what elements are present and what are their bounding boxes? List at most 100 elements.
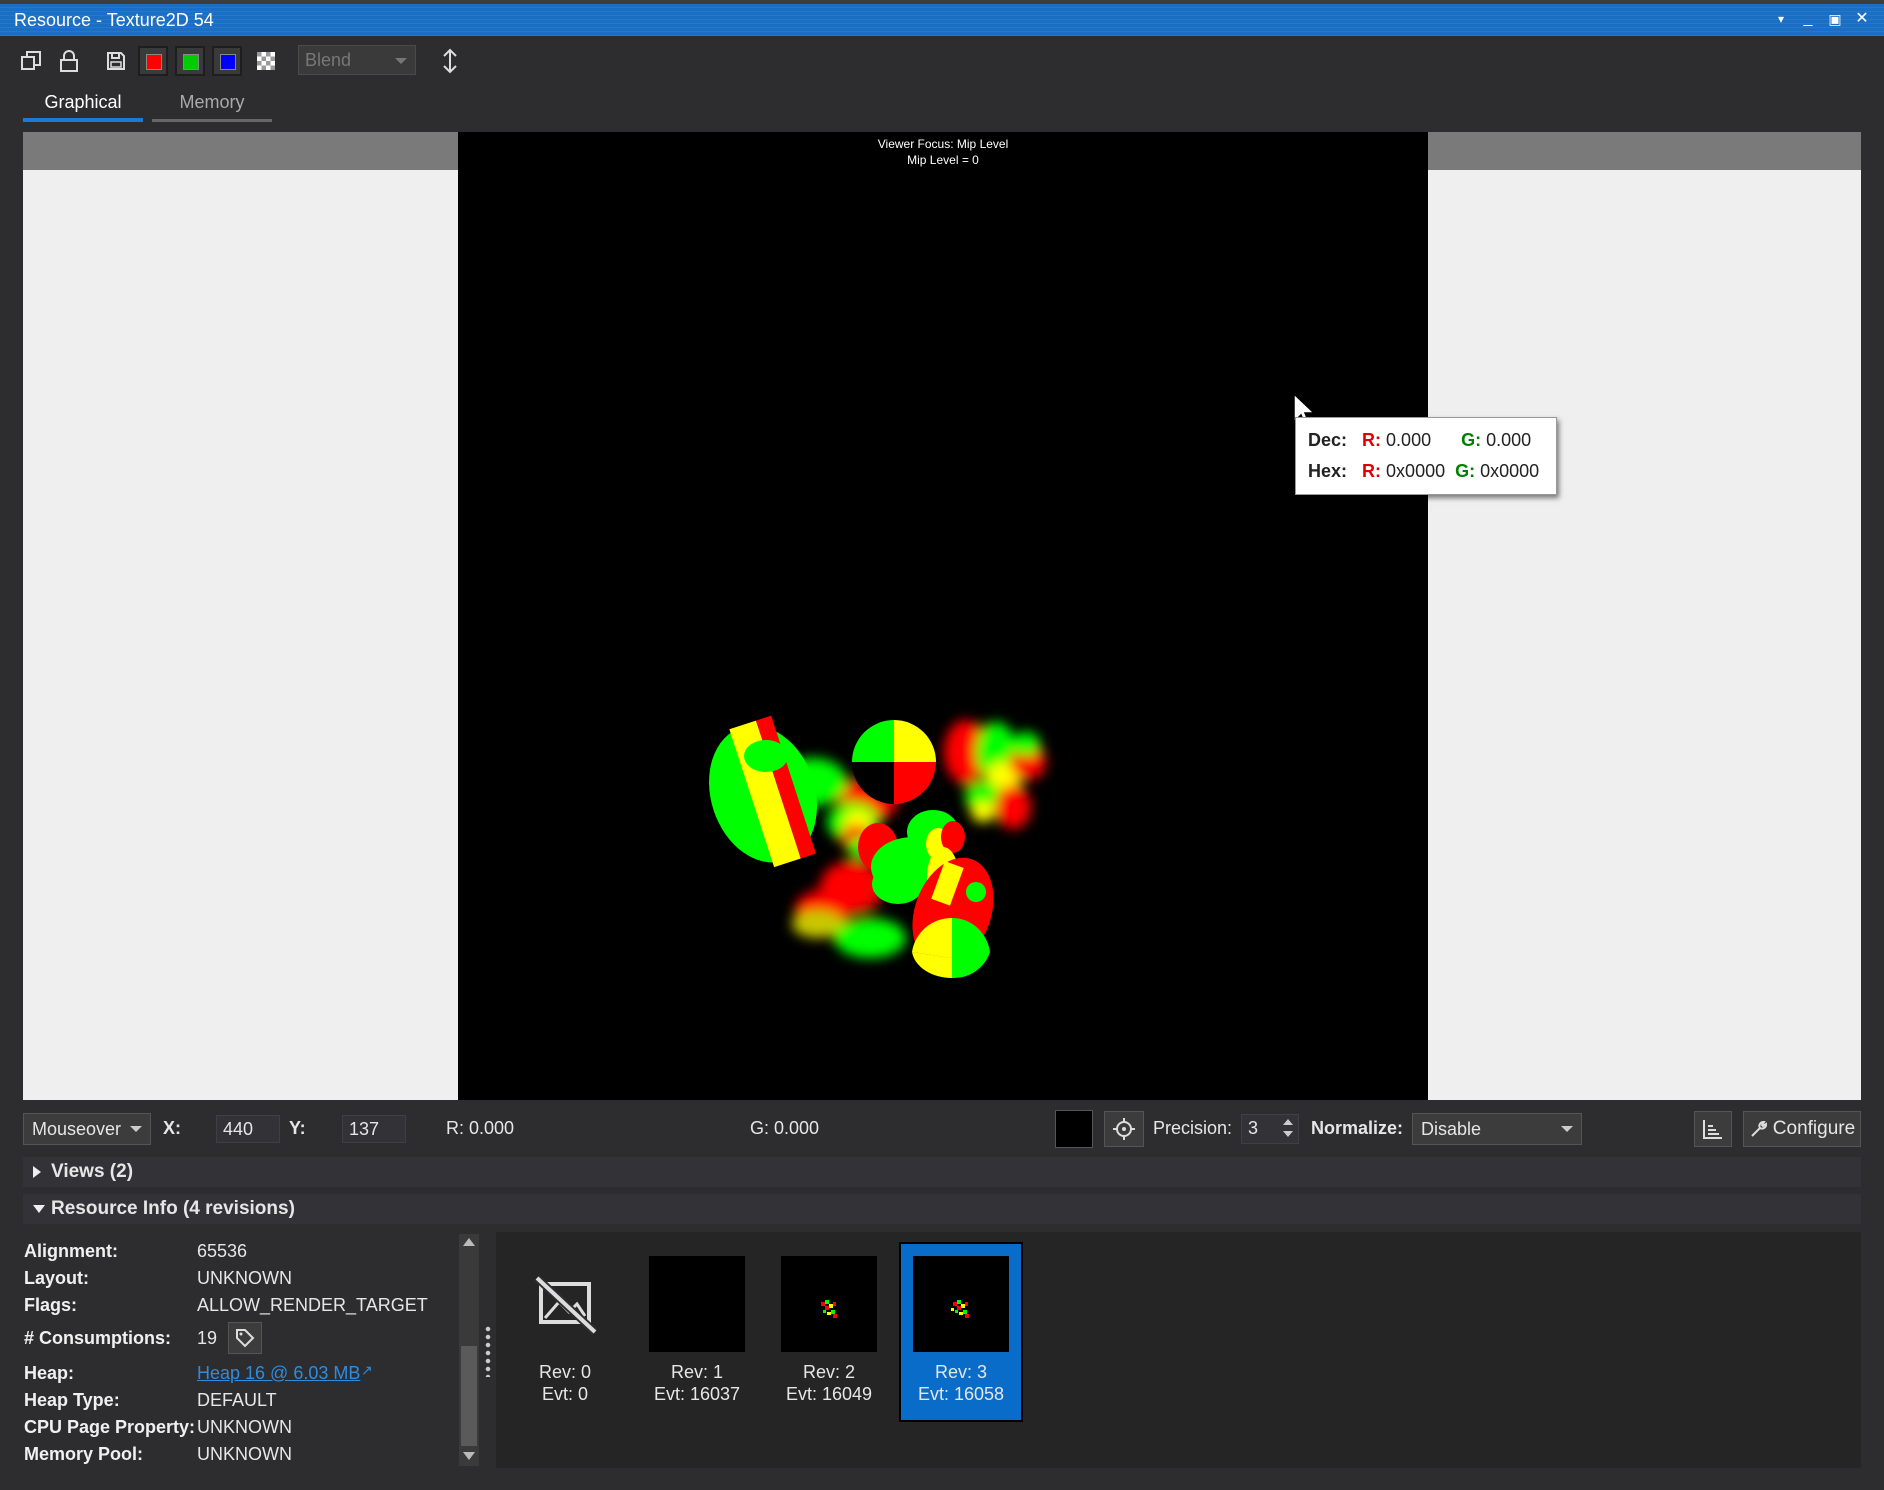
active-tab-indicator [23,118,143,122]
r-readout: R: 0.000 [446,1118,515,1138]
hex-g-value: 0x0000 [1480,461,1540,481]
revision-3-event: Evt: 16058 [917,1384,1005,1404]
precision-value: 3 [1248,1118,1259,1138]
collapse-icon [33,1205,45,1213]
revision-1-thumbnail [649,1256,745,1352]
expand-icon [33,1166,41,1178]
scroll-down-icon[interactable] [463,1452,475,1460]
chevron-down-icon [130,1126,142,1132]
cpu-page-property-label: CPU Page Property: [24,1417,196,1437]
dec-r-label: R: [1362,430,1382,450]
consumptions-value: 19 [197,1328,218,1348]
dec-g-label: G: [1461,430,1482,450]
tab-memory[interactable]: Memory [152,92,272,122]
views-section-title: Views (2) [51,1161,134,1182]
save-icon[interactable] [101,46,131,76]
texture-canvas[interactable]: Viewer Focus: Mip Level Mip Level = 0 [23,132,1861,1100]
hex-label: Hex: [1308,461,1348,481]
memory-pool-label: Memory Pool: [24,1444,144,1464]
revision-3-thumbnail [913,1256,1009,1352]
revision-2-label: Rev: 2 [802,1362,856,1382]
tab-memory-label: Memory [179,92,245,112]
checkerboard-icon [257,52,275,70]
heap-type-label: Heap Type: [24,1390,120,1410]
configure-button[interactable]: Configure [1743,1111,1861,1147]
x-field[interactable]: 440 [216,1115,280,1143]
spinner-down-icon[interactable] [1283,1131,1293,1137]
hex-r-label: R: [1362,461,1382,481]
crosshair-icon [1113,1118,1135,1140]
histogram-button[interactable] [1694,1111,1732,1147]
dec-r-value: 0.000 [1386,430,1432,450]
normalize-value: Disable [1421,1119,1482,1139]
tab-graphical-label: Graphical [44,92,122,112]
hex-r-value: 0x0000 [1386,461,1446,481]
revision-card-0[interactable]: Rev: 0 Evt: 0 [503,1242,627,1422]
minimize-icon[interactable]: _ [1797,8,1819,30]
consumptions-tag-button[interactable] [228,1322,262,1354]
scrollbar-thumb[interactable] [461,1346,477,1446]
revision-2-thumbnail [781,1256,877,1352]
blue-channel-toggle[interactable] [212,46,242,76]
alignment-value: 65536 [197,1241,248,1261]
heap-label: Heap: [24,1363,75,1383]
flags-label: Flags: [24,1295,78,1315]
chevron-down-icon [1561,1126,1573,1132]
revision-0-event: Evt: 0 [541,1384,589,1404]
revision-2-event: Evt: 16049 [785,1384,873,1404]
pick-pixel-button[interactable] [1104,1111,1144,1147]
blue-swatch-icon [220,54,236,70]
red-channel-toggle[interactable] [138,46,168,76]
vertical-flip-icon[interactable] [435,46,465,76]
spinner-up-icon[interactable] [1283,1119,1293,1125]
blend-label: Blend [305,50,352,70]
precision-label: Precision: [1153,1118,1233,1138]
revision-1-event: Evt: 16037 [653,1384,741,1404]
memory-pool-value: UNKNOWN [197,1444,292,1464]
configure-label: Configure [1772,1118,1856,1139]
texture-image[interactable]: Viewer Focus: Mip Level Mip Level = 0 [458,132,1428,1100]
alignment-label: Alignment: [24,1241,118,1261]
g-readout: G: 0.000 [750,1118,820,1138]
heap-link[interactable]: Heap 16 @ 6.03 MB [197,1363,360,1384]
x-label: X: [163,1118,181,1138]
window-title-bar[interactable]: Resource - Texture2D 54 ▾ _ ▣ ✕ [0,0,1884,36]
y-field[interactable]: 137 [342,1115,406,1143]
revision-0-label: Rev: 0 [538,1362,592,1382]
resource-info-section-header[interactable]: Resource Info (4 revisions) [23,1194,1861,1224]
resource-info-section-title: Resource Info (4 revisions) [51,1198,295,1219]
green-channel-toggle[interactable] [175,46,205,76]
revision-card-1[interactable]: Rev: 1 Evt: 16037 [635,1242,759,1422]
scroll-up-icon[interactable] [463,1238,475,1246]
cpu-page-property-value: UNKNOWN [197,1417,292,1437]
normalize-label: Normalize: [1311,1118,1404,1138]
lock-icon[interactable] [54,46,84,76]
properties-scrollbar[interactable] [459,1234,479,1466]
texture-content [709,715,1046,979]
tab-graphical[interactable]: Graphical [23,92,143,122]
no-image-icon [517,1256,613,1352]
close-icon[interactable]: ✕ [1851,8,1873,30]
consumptions-label: # Consumptions: [24,1328,171,1348]
revision-card-3-selected[interactable]: Rev: 3 Evt: 16058 [899,1242,1023,1422]
dropdown-icon[interactable]: ▾ [1770,8,1792,30]
normalize-dropdown[interactable]: Disable [1412,1113,1582,1145]
views-section-header[interactable]: Views (2) [23,1157,1861,1187]
inactive-tab-indicator [152,119,272,122]
blend-dropdown[interactable]: Blend [298,45,416,75]
splitter-grip-icon[interactable] [484,1325,492,1377]
hex-g-label: G: [1455,461,1476,481]
revision-1-label: Rev: 1 [670,1362,724,1382]
pixel-color-swatch [1055,1110,1093,1148]
precision-spinner[interactable]: 3 [1241,1114,1299,1144]
y-label: Y: [289,1118,306,1138]
maximize-icon[interactable]: ▣ [1824,8,1846,30]
external-link-icon[interactable]: ↗ [361,1362,373,1379]
sample-mode-dropdown[interactable]: Mouseover [23,1113,151,1145]
wrench-icon [1751,1120,1767,1137]
revision-card-2[interactable]: Rev: 2 Evt: 16049 [767,1242,891,1422]
alpha-channel-toggle[interactable] [251,46,281,76]
pixel-value-tooltip: Dec: R: 0.000 G: 0.000 Hex: R: 0x0000 G:… [1295,417,1557,495]
copy-icon[interactable] [16,46,46,76]
chart-icon [1703,1120,1722,1139]
